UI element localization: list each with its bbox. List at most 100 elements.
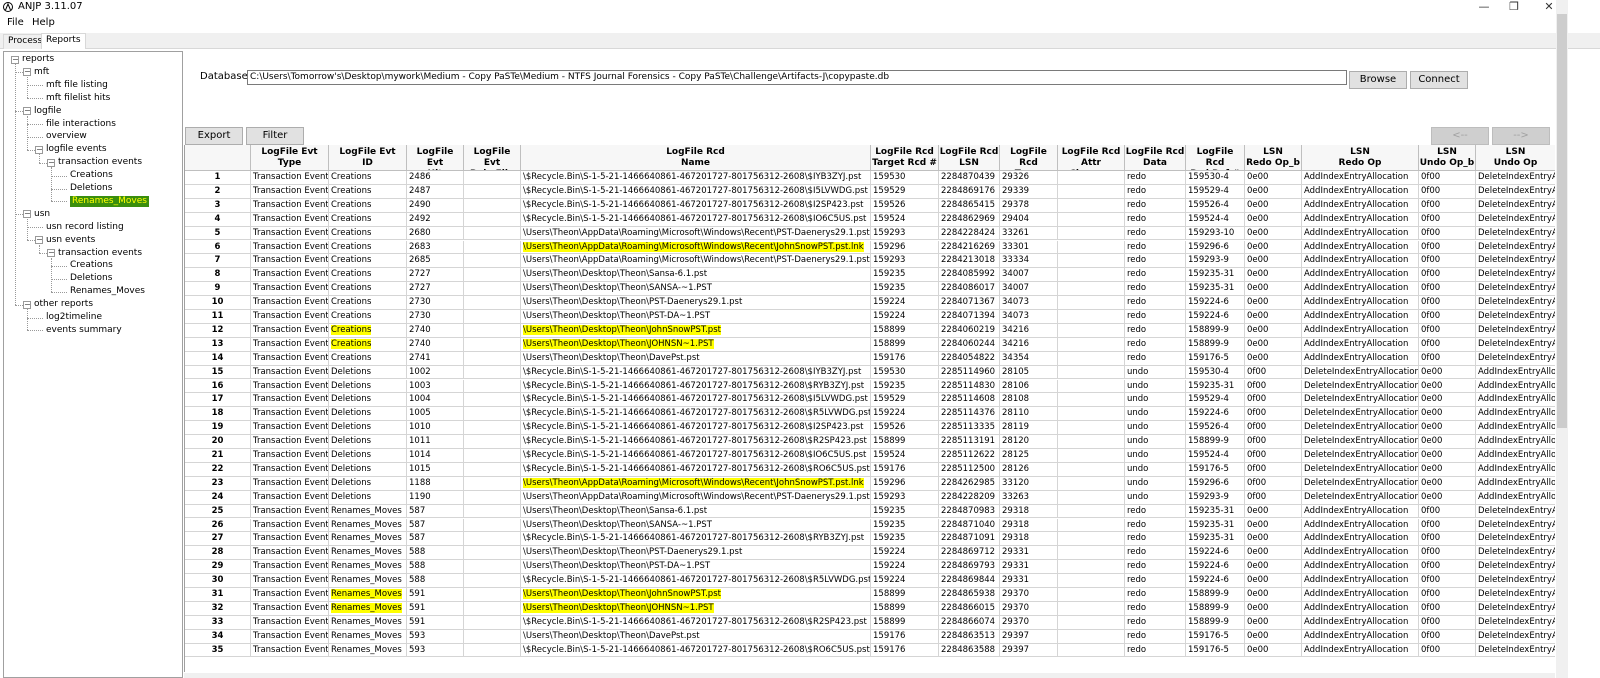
table-cell[interactable]: \$Recycle.Bin\S-1-5-21-1466640861-467201…: [521, 171, 871, 185]
table-cell[interactable]: [464, 337, 521, 352]
table-cell[interactable]: \$Recycle.Bin\S-1-5-21-1466640861-467201…: [521, 393, 871, 408]
table-cell[interactable]: [464, 171, 521, 185]
table-cell[interactable]: 29318: [1000, 532, 1058, 547]
row-number[interactable]: 24: [185, 490, 251, 505]
table-row[interactable]: 12 Transaction Event Creations 2740 \Users\T…: [185, 323, 1555, 338]
table-cell[interactable]: AddIndexEntryAllocation: [1302, 629, 1419, 644]
table-cell[interactable]: Transaction Event: [251, 449, 329, 463]
tree-item[interactable]: Deletions: [70, 183, 112, 194]
table-cell[interactable]: 0f00: [1419, 629, 1476, 644]
table-cell[interactable]: 28108: [1000, 393, 1058, 408]
table-cell[interactable]: 0e00: [1245, 212, 1302, 227]
previous-page-button[interactable]: <--: [1431, 127, 1489, 145]
table-cell[interactable]: 0f00: [1419, 560, 1476, 575]
table-cell[interactable]: [464, 212, 521, 227]
table-cell[interactable]: [1058, 296, 1125, 310]
table-cell[interactable]: \Users\Theon\Desktop\Theon\JOHNSN~1.PST: [521, 601, 871, 616]
tab-reports[interactable]: Reports: [41, 33, 86, 49]
table-cell[interactable]: 0e00: [1245, 601, 1302, 616]
table-cell[interactable]: 159224-6: [1186, 574, 1245, 588]
column-header[interactable]: LogFile Evt Type: [251, 145, 329, 171]
table-cell[interactable]: [1058, 546, 1125, 561]
table-cell[interactable]: 2284871040: [939, 518, 1000, 533]
table-cell[interactable]: DeleteIndexEntryAllocation: [1302, 449, 1419, 463]
table-cell[interactable]: 0f00: [1419, 171, 1476, 185]
table-cell[interactable]: AddIndexEntryAllocation: [1302, 240, 1419, 255]
table-cell[interactable]: 2285113191: [939, 435, 1000, 449]
table-cell[interactable]: 2284870983: [939, 504, 1000, 519]
row-number[interactable]: 19: [185, 421, 251, 436]
table-cell[interactable]: DeleteIndexEntryAllocation: [1302, 365, 1419, 380]
table-cell[interactable]: DeleteIndexEntryAllocation: [1302, 379, 1419, 394]
table-cell[interactable]: [1058, 601, 1125, 616]
table-cell[interactable]: Transaction Event: [251, 407, 329, 422]
table-cell[interactable]: 159296-6: [1186, 240, 1245, 255]
table-cell[interactable]: Creations: [329, 296, 407, 310]
table-cell[interactable]: undo: [1125, 379, 1186, 394]
table-cell[interactable]: 2285114376: [939, 407, 1000, 422]
table-cell[interactable]: \Users\Theon\AppData\Roaming\Microsoft\W…: [521, 490, 871, 505]
row-number[interactable]: 25: [185, 504, 251, 519]
table-cell[interactable]: 29397: [1000, 643, 1058, 658]
table-cell[interactable]: 2284863588: [939, 643, 1000, 658]
table-cell[interactable]: \Users\Theon\Desktop\Theon\SANSA-~1.PST: [521, 518, 871, 533]
table-cell[interactable]: [1058, 323, 1125, 338]
table-row[interactable]: 28 Transaction Event Renames_Moves 588 \User…: [185, 546, 1555, 561]
table-cell[interactable]: 33263: [1000, 490, 1058, 505]
table-cell[interactable]: [1058, 504, 1125, 519]
table-cell[interactable]: 34007: [1000, 268, 1058, 283]
row-number[interactable]: 31: [185, 588, 251, 602]
table-cell[interactable]: Transaction Event: [251, 310, 329, 324]
table-cell[interactable]: AddIndexEntryAllocation: [1302, 574, 1419, 588]
browse-button[interactable]: Browse: [1349, 71, 1407, 89]
table-cell[interactable]: undo: [1125, 365, 1186, 380]
row-number[interactable]: 28: [185, 546, 251, 561]
table-cell[interactable]: 2285114608: [939, 393, 1000, 408]
table-cell[interactable]: 2685: [407, 254, 464, 269]
table-cell[interactable]: 0f00: [1419, 240, 1476, 255]
table-row[interactable]: 15 Transaction Event Deletions 1002 \$Recycl…: [185, 365, 1555, 380]
row-number[interactable]: 9: [185, 282, 251, 297]
row-number[interactable]: 16: [185, 379, 251, 394]
table-cell[interactable]: 591: [407, 588, 464, 602]
table-cell[interactable]: [1058, 171, 1125, 185]
table-cell[interactable]: [464, 198, 521, 213]
table-row[interactable]: 23 Transaction Event Deletions 1188 \Users\T…: [185, 476, 1555, 491]
table-cell[interactable]: AddIndexEntryAllocation: [1302, 254, 1419, 269]
table-cell[interactable]: AddIndexEntryAllocation: [1302, 560, 1419, 575]
table-cell[interactable]: 2284863513: [939, 629, 1000, 644]
table-cell[interactable]: [1058, 337, 1125, 352]
row-number[interactable]: 5: [185, 226, 251, 241]
table-cell[interactable]: Transaction Event: [251, 504, 329, 519]
table-cell[interactable]: 29370: [1000, 601, 1058, 616]
table-cell[interactable]: 159293-9: [1186, 490, 1245, 505]
table-cell[interactable]: 159176-5: [1186, 351, 1245, 366]
table-cell[interactable]: redo: [1125, 337, 1186, 352]
tree-item[interactable]: overview: [46, 131, 87, 142]
table-cell[interactable]: DeleteIndexEntryAllocation: [1476, 560, 1555, 575]
table-cell[interactable]: DeleteIndexEntryAllocation: [1476, 213, 1555, 227]
table-cell[interactable]: Deletions: [329, 449, 407, 463]
table-cell[interactable]: 159235: [871, 282, 939, 297]
table-cell[interactable]: 0e00: [1419, 407, 1476, 422]
table-row[interactable]: 14 Transaction Event Creations 2741 \Users\T…: [185, 351, 1555, 366]
table-cell[interactable]: 158899-9: [1186, 615, 1245, 630]
tree-item[interactable]: file interactions: [46, 119, 116, 130]
table-cell[interactable]: Transaction Event: [251, 518, 329, 533]
table-cell[interactable]: 159176: [871, 351, 939, 366]
table-cell[interactable]: AddIndexEntryAllocation: [1302, 546, 1419, 561]
tree-expander-icon[interactable]: −: [35, 236, 43, 245]
table-cell[interactable]: 0f00: [1245, 462, 1302, 477]
table-cell[interactable]: DeleteIndexEntryAllocation: [1476, 532, 1555, 547]
table-cell[interactable]: [464, 365, 521, 380]
table-cell[interactable]: 2730: [407, 296, 464, 310]
table-cell[interactable]: 588: [407, 546, 464, 561]
table-cell[interactable]: redo: [1125, 184, 1186, 199]
table-cell[interactable]: 158899: [871, 435, 939, 449]
table-cell[interactable]: 159176-5: [1186, 462, 1245, 477]
table-cell[interactable]: [464, 574, 521, 588]
table-cell[interactable]: 2285112622: [939, 449, 1000, 463]
table-row[interactable]: 6 Transaction Event Creations 2683 \Users\Th…: [185, 240, 1555, 255]
table-cell[interactable]: [1058, 462, 1125, 477]
table-cell[interactable]: 159296-6: [1186, 476, 1245, 491]
